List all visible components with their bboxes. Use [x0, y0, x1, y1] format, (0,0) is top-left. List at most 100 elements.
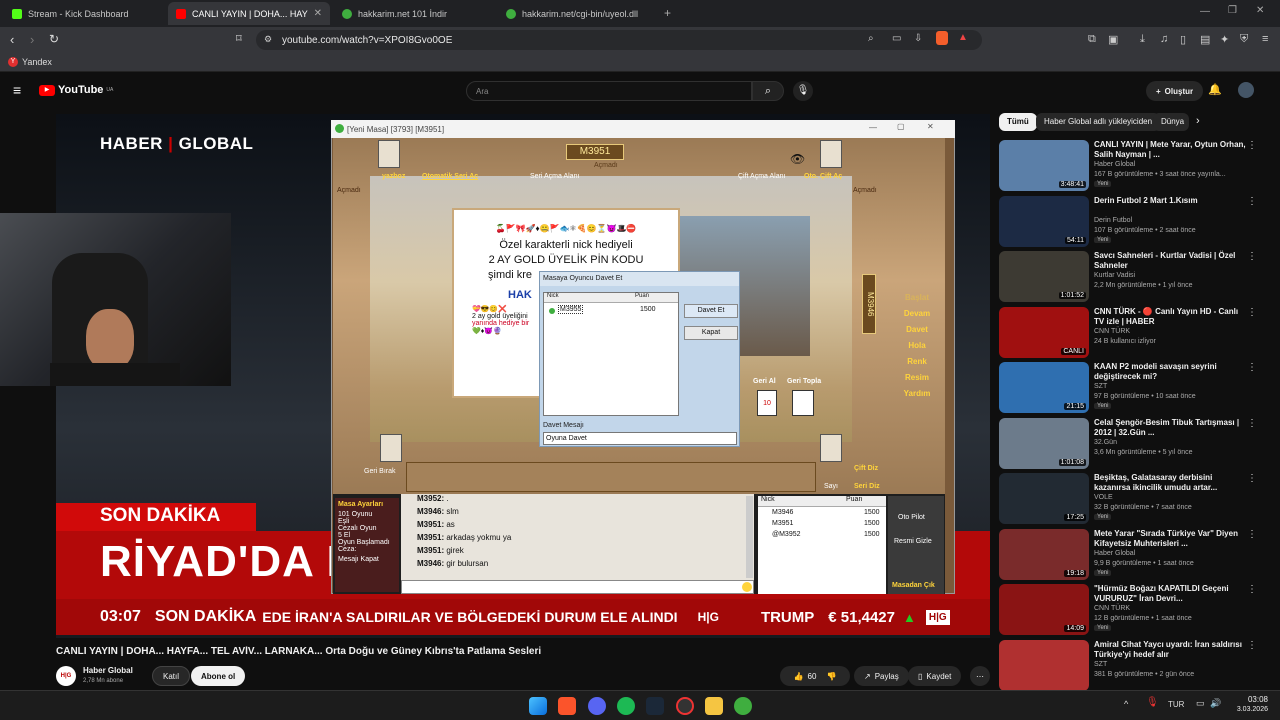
recommendation-card[interactable]: CANLI CNN TÜRK - 🔴 Canlı Yayın HD - Canlı…	[999, 306, 1261, 359]
draw-pile[interactable]	[792, 390, 814, 416]
seri-diz-button[interactable]: Seri Diz	[854, 483, 880, 490]
discard-tile[interactable]: 10	[757, 390, 777, 416]
recommendation-title[interactable]: CANLI YAYIN | Mete Yarar, Oytun Orhan, S…	[1094, 140, 1246, 160]
recommendation-title[interactable]: "Hürmüz Boğazı KAPATILDI Geçeni VURURUZ"…	[1094, 584, 1246, 604]
recommendation-channel[interactable]: Haber Global	[1094, 161, 1135, 168]
save-button[interactable]: ▯ Kaydet	[908, 666, 962, 686]
steam-icon[interactable]	[646, 697, 664, 715]
video-thumbnail[interactable]: CANLI	[999, 306, 1089, 358]
video-thumbnail[interactable]: 17:25	[999, 473, 1089, 524]
hamburger-icon[interactable]: ≡	[13, 82, 21, 98]
geri-birak-button[interactable]: Geri Bırak	[364, 468, 396, 475]
hide-picture-button[interactable]: Resmi Gizle	[894, 538, 932, 545]
mic-icon[interactable]: 🎙	[793, 81, 813, 101]
obs-icon[interactable]	[676, 697, 694, 715]
create-button[interactable]: + Oluştur	[1146, 81, 1204, 101]
video-thumbnail[interactable]: 1:01:52	[999, 251, 1089, 302]
zoom-icon[interactable]: ⌕	[868, 33, 874, 44]
channel-name[interactable]: Haber Global	[83, 666, 133, 675]
recommendation-channel[interactable]: SZT	[1094, 383, 1107, 390]
site-info-icon[interactable]: ⚙	[264, 34, 272, 45]
recommendation-card[interactable]: 21:15 KAAN P2 modeli savaşın seyrini deği…	[999, 362, 1261, 414]
leave-table-button[interactable]: Masadan Çık	[892, 582, 935, 589]
hakkarim-game-icon[interactable]	[734, 697, 752, 715]
menu-yardim[interactable]: Yardım	[897, 386, 937, 402]
player-rack[interactable]	[406, 462, 816, 492]
bell-icon[interactable]: 🔔	[1208, 83, 1222, 96]
clock-date[interactable]: 3.03.2026	[1222, 706, 1268, 713]
maximize-button[interactable]: ❐	[1228, 5, 1237, 16]
table-row[interactable]: @M3952 1500	[758, 529, 886, 540]
recommendation-title[interactable]: Derin Futbol 2 Mart 1.Kısım	[1094, 196, 1246, 206]
chat-input[interactable]	[401, 580, 754, 594]
discord-icon[interactable]	[588, 697, 606, 715]
game-minimize-button[interactable]: —	[869, 123, 877, 132]
recommendation-channel[interactable]: 32.Gün	[1094, 439, 1117, 446]
youtube-logo[interactable]: ▶ YouTube UA	[39, 84, 113, 96]
dialog-close-button[interactable]: Kapat	[684, 326, 738, 340]
geri-topla-button[interactable]: Geri Topla	[787, 378, 821, 385]
recommendation-channel[interactable]: SZT	[1094, 661, 1107, 668]
yazboz-label[interactable]: yazboz	[382, 173, 405, 180]
auto-seri-toggle[interactable]: Otomatik Seri Aç	[422, 173, 478, 180]
reload-icon[interactable]: ↻	[49, 32, 59, 46]
chevron-right-icon[interactable]: ›	[1196, 115, 1200, 127]
tab-hakkarim-1[interactable]: hakkarim.net 101 İndir	[334, 2, 494, 25]
emoji-icon[interactable]	[742, 582, 752, 592]
subscribe-button[interactable]: Abone ol	[191, 666, 246, 686]
file-explorer-icon[interactable]	[705, 697, 723, 715]
video-thumbnail[interactable]: 19:18	[999, 528, 1089, 580]
game-close-button[interactable]: ✕	[927, 122, 934, 131]
recommendation-channel[interactable]: VOLE	[1094, 494, 1113, 501]
volume-icon[interactable]: 🔊	[1210, 698, 1221, 709]
share-button[interactable]: ↗ Paylaş	[854, 666, 909, 686]
channel-avatar[interactable]: H|G	[56, 666, 76, 686]
invite-button[interactable]: Davet Et	[684, 304, 738, 318]
recommendation-card[interactable]: Amiral Cihat Yaycı uyardı: İran saldırıs…	[999, 639, 1261, 692]
video-thumbnail[interactable]: 3:48:41	[999, 140, 1089, 191]
video-thumbnail[interactable]: 14:09	[999, 584, 1089, 635]
windows-start-icon[interactable]	[529, 697, 547, 715]
minimize-button[interactable]: —	[1200, 6, 1210, 17]
bookmark-icon[interactable]: ⌑	[236, 32, 242, 45]
chip-all[interactable]: Tümü	[999, 113, 1037, 131]
join-button[interactable]: Katıl	[152, 666, 191, 686]
tile-slot-bottom-left[interactable]	[380, 434, 402, 462]
chip-world[interactable]: Dünya	[1153, 113, 1189, 131]
menu-icon[interactable]: ≡	[1262, 33, 1268, 45]
recommendation-card[interactable]: 19:18 Mete Yarar "Sırada Türkiye Var" Diy…	[999, 528, 1261, 581]
invite-message-input[interactable]: Oyuna Davet	[543, 432, 737, 445]
search-input[interactable]: Ara	[466, 81, 752, 101]
recommendation-title[interactable]: Savcı Sahneleri - Kurtlar Vadisi | Özel …	[1094, 251, 1246, 271]
recommendation-title[interactable]: Beşiktaş, Galatasaray derbisini kazanırs…	[1094, 473, 1246, 493]
auto-cift-toggle[interactable]: Oto. Çift Aç	[804, 173, 842, 180]
recommendation-card[interactable]: 17:25 Beşiktaş, Galatasaray derbisini kaz…	[999, 473, 1261, 525]
chip-uploader[interactable]: Haber Global adlı yükleyiciden	[1036, 113, 1161, 131]
recommendation-card[interactable]: 3:48:41 CANLI YAYIN | Mete Yarar, Oytun O…	[999, 140, 1261, 192]
recommendation-title[interactable]: Celal Şengör-Besim Tibuk Tartışması | 20…	[1094, 418, 1246, 438]
tile-slot-bottom-right[interactable]	[820, 434, 842, 462]
recommendation-card[interactable]: 1:01:08 Celal Şengör-Besim Tibuk Tartışma…	[999, 417, 1261, 470]
sidebar-icon[interactable]: ▯	[1180, 33, 1186, 46]
more-options-icon[interactable]: ⋮	[1247, 196, 1257, 207]
more-options-icon[interactable]: ⋮	[1247, 362, 1257, 373]
language-indicator[interactable]: TUR	[1168, 700, 1184, 709]
clock-time[interactable]: 03:08	[1232, 695, 1268, 704]
close-icon[interactable]: ✕	[314, 8, 322, 19]
search-button[interactable]: ⌕	[752, 81, 784, 101]
brave-icon[interactable]	[558, 697, 576, 715]
more-button[interactable]: ⋯	[970, 666, 990, 686]
table-row[interactable]: M3951 1500	[758, 518, 886, 529]
like-icon[interactable]: 👍	[794, 672, 804, 681]
tab-kick[interactable]: Stream - Kick Dashboard	[4, 2, 164, 25]
window-close-button[interactable]: ✕	[1256, 5, 1264, 16]
more-options-icon[interactable]: ⋮	[1247, 584, 1257, 595]
menu-devam[interactable]: Devam	[897, 306, 937, 322]
recommendation-title[interactable]: CNN TÜRK - 🔴 Canlı Yayın HD - Canlı TV i…	[1094, 307, 1246, 327]
dislike-icon[interactable]: 👎	[826, 672, 836, 681]
eye-icon[interactable]: 👁	[790, 152, 805, 166]
more-options-icon[interactable]: ⋮	[1247, 307, 1257, 318]
recommendation-channel[interactable]: CNN TÜRK	[1094, 328, 1130, 335]
vpn-icon[interactable]: ⛨	[1240, 33, 1248, 46]
menu-renk[interactable]: Renk	[897, 354, 937, 370]
